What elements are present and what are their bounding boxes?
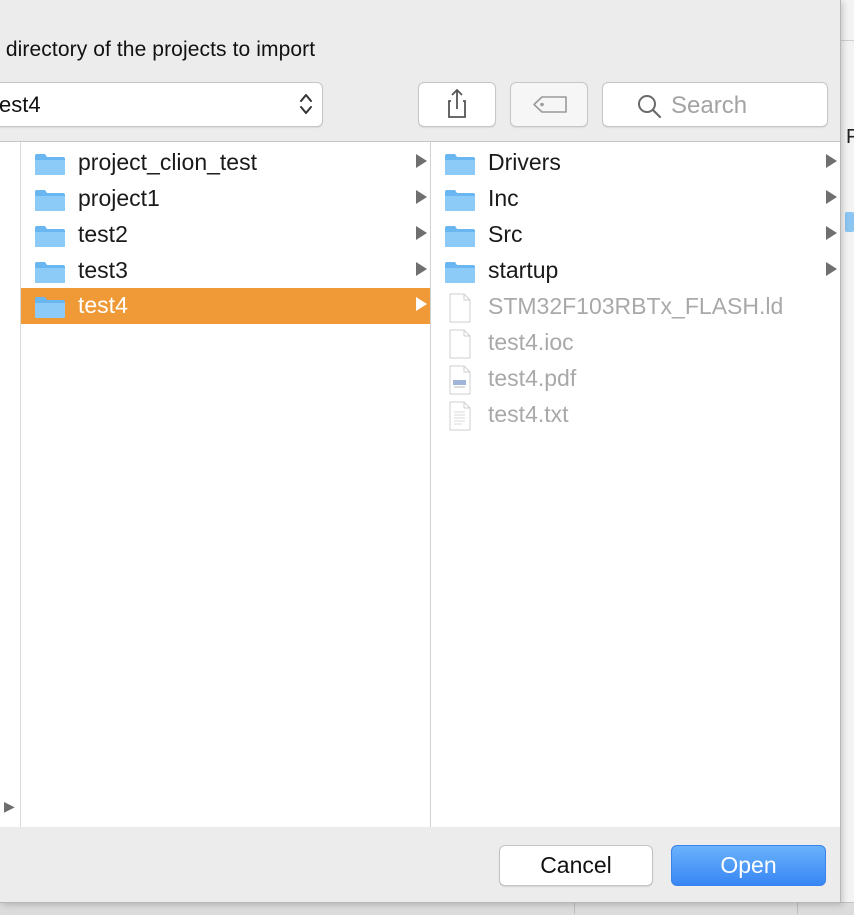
item-name: test4 [78, 292, 128, 318]
item-name: test4.pdf [488, 365, 577, 391]
list-item[interactable]: Inc [431, 181, 840, 217]
list-item: STM32F103RBTx_FLASH.ld [431, 289, 840, 325]
disclosure-arrow-icon [416, 226, 427, 240]
text-document-icon [449, 401, 471, 431]
list-item[interactable]: test2 [21, 217, 430, 253]
location-label: est4 [0, 92, 41, 117]
folder-icon [445, 154, 475, 175]
disclosure-arrow-icon [826, 190, 837, 204]
location-popup[interactable]: est4 [0, 82, 323, 127]
folder-icon [35, 154, 65, 175]
disclosure-arrow-icon [826, 226, 837, 240]
list-item[interactable]: test3 [21, 253, 430, 289]
share-icon [448, 88, 466, 118]
folder-icon [35, 190, 65, 211]
disclosure-arrow-icon [416, 154, 427, 168]
open-button[interactable]: Open [671, 845, 826, 886]
disclosure-arrow-icon [826, 262, 837, 276]
document-icon [449, 329, 471, 359]
cancel-button[interactable]: Cancel [499, 845, 653, 886]
item-name: project1 [78, 185, 160, 211]
folder-icon [35, 226, 65, 247]
search-icon [638, 95, 662, 119]
item-name: project_clion_test [78, 149, 257, 175]
list-item[interactable]: startup [431, 253, 840, 289]
list-item: test4.pdf [431, 361, 840, 397]
background-statusbar [0, 902, 854, 915]
tag-icon [533, 96, 567, 113]
folder-icon [445, 262, 475, 283]
folder-icon [445, 190, 475, 211]
tag-button[interactable] [510, 82, 588, 127]
item-name: test3 [78, 257, 128, 283]
list-item: test4.ioc [431, 325, 840, 361]
list-item-selected[interactable]: test4 [21, 288, 430, 324]
item-name: test2 [78, 221, 128, 247]
disclosure-arrow-icon [826, 154, 837, 168]
disclosure-arrow-icon [416, 190, 427, 204]
background-divider [797, 902, 798, 914]
background-divider [840, 40, 854, 41]
up-down-chevron-icon [300, 94, 312, 114]
background-folder-icon [845, 212, 854, 232]
list-item: test4.txt [431, 397, 840, 433]
list-item[interactable]: project1 [21, 181, 430, 217]
share-button[interactable] [418, 82, 496, 127]
dialog-title: t directory of the projects to import [0, 38, 316, 61]
open-dialog: t directory of the projects to import es… [0, 0, 841, 903]
item-name: Drivers [488, 149, 561, 175]
browser-column-left[interactable]: ▶ [0, 142, 21, 827]
folder-icon [35, 262, 65, 283]
background-label: F [846, 126, 854, 148]
document-icon [449, 293, 471, 323]
disclosure-arrow-icon [416, 262, 427, 276]
pdf-document-icon [449, 365, 471, 395]
browser-column-middle: project_clion_test project1 test2 test3 [21, 142, 431, 827]
browser-column-right: Drivers Inc Src startup STM32F103RBTx_FL [431, 142, 840, 827]
list-item[interactable]: Src [431, 217, 840, 253]
folder-icon [35, 297, 65, 318]
item-name: STM32F103RBTx_FLASH.ld [488, 293, 784, 319]
search-field[interactable]: Search [602, 82, 828, 127]
item-name: test4.ioc [488, 329, 574, 355]
disclosure-arrow-icon [416, 297, 427, 311]
column-browser: ▶ project_clion_test project1 test2 test… [0, 141, 840, 827]
item-name: startup [488, 257, 559, 283]
list-item[interactable]: project_clion_test [21, 145, 430, 181]
search-placeholder: Search [671, 92, 748, 119]
item-name: test4.txt [488, 401, 569, 427]
background-divider [574, 902, 575, 914]
item-name: Src [488, 221, 523, 247]
list-item[interactable]: Drivers [431, 145, 840, 181]
item-name: Inc [488, 185, 519, 211]
disclosure-arrow-icon: ▶ [4, 798, 15, 814]
folder-icon [445, 226, 475, 247]
